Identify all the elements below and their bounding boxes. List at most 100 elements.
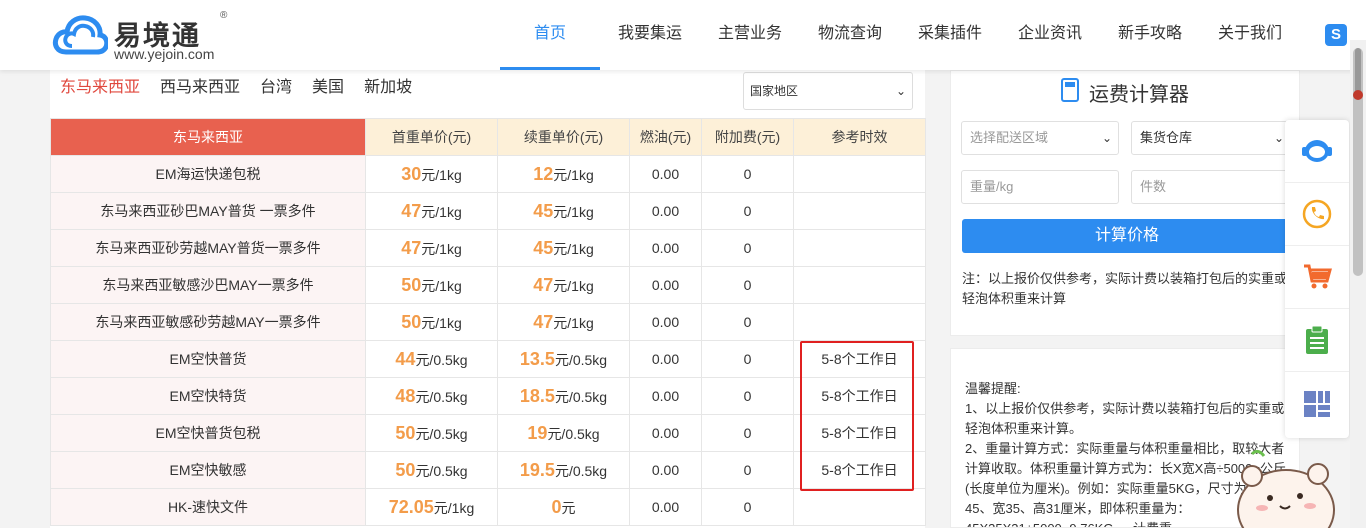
first-weight-price-cell: 47元/1kg <box>365 229 498 267</box>
customer-service-button[interactable] <box>1285 120 1349 183</box>
logo[interactable]: 易境通 ® www.yejoin.com <box>52 10 242 62</box>
nav-main-business[interactable]: 主营业务 <box>700 0 800 70</box>
first-weight-unit: 元/0.5kg <box>415 351 468 368</box>
table-row: EM海运快递包税 30元/1kg 12元/1kg 0.00 0 <box>50 155 926 193</box>
headset-icon <box>1302 140 1332 162</box>
table-row: HK-速快文件 72.05元/1kg 0元 0.00 0 <box>50 488 926 526</box>
chevron-down-icon: ⌄ <box>1101 131 1112 145</box>
calculate-price-button[interactable]: 计算价格 <box>962 219 1292 253</box>
warehouse-select[interactable]: 集货仓库 ⌄ <box>1131 121 1291 155</box>
continued-weight-unit: 元/1kg <box>553 314 594 331</box>
nav-home[interactable]: 首页 <box>500 0 600 70</box>
area-select[interactable]: 选择配送区域 ⌄ <box>961 121 1119 155</box>
continued-weight-unit: 元/0.5kg <box>547 425 600 442</box>
continued-weight-price: 13.5 <box>519 348 555 369</box>
orders-button[interactable] <box>1285 309 1349 372</box>
delivery-time-cell <box>793 266 926 304</box>
country-tabs: 东马来西亚 西马来西亚 台湾 美国 新加坡 <box>60 78 432 98</box>
tab-singapore[interactable]: 新加坡 <box>364 78 412 98</box>
tab-west-malaysia[interactable]: 西马来西亚 <box>160 78 240 98</box>
fuel-cell: 0.00 <box>629 414 702 452</box>
page-scrollbar[interactable] <box>1350 40 1366 528</box>
table-row: EM空快特货 48元/0.5kg 18.5元/0.5kg 0.00 0 5-8个工作日 <box>50 377 926 415</box>
route-name-cell: EM空快特货 <box>50 377 366 415</box>
continued-weight-price-cell: 45元/1kg <box>497 229 630 267</box>
column-header: 参考时效 <box>793 118 926 156</box>
first-weight-price: 48 <box>395 385 416 406</box>
first-weight-price-cell: 72.05元/1kg <box>365 488 498 526</box>
continued-weight-price: 19.5 <box>519 459 555 480</box>
delivery-time-cell <box>793 303 926 341</box>
extension-badge-icon[interactable]: S <box>1325 24 1347 46</box>
mascot-bear-icon[interactable] <box>1222 448 1342 528</box>
fuel-cell: 0.00 <box>629 192 702 230</box>
surcharge-cell: 0 <box>701 155 794 193</box>
delivery-time-cell <box>793 155 926 193</box>
surcharge-cell: 0 <box>701 229 794 267</box>
nav-logistics-tracking[interactable]: 物流查询 <box>800 0 900 70</box>
tab-east-malaysia[interactable]: 东马来西亚 <box>60 78 140 98</box>
first-weight-price-cell: 50元/1kg <box>365 266 498 304</box>
cart-button[interactable] <box>1285 246 1349 309</box>
tab-usa[interactable]: 美国 <box>312 78 344 98</box>
table-row: 东马来西亚敏感砂劳越MAY一票多件 50元/1kg 47元/1kg 0.00 0 <box>50 303 926 341</box>
fuel-cell: 0.00 <box>629 451 702 489</box>
first-weight-price-cell: 48元/0.5kg <box>365 377 498 415</box>
route-name-cell: EM空快敏感 <box>50 451 366 489</box>
table-row: EM空快普货 44元/0.5kg 13.5元/0.5kg 0.00 0 5-8个工作日 <box>50 340 926 378</box>
surcharge-cell: 0 <box>701 451 794 489</box>
first-weight-unit: 元/0.5kg <box>415 388 468 405</box>
phone-button[interactable] <box>1285 183 1349 246</box>
column-header: 东马来西亚 <box>50 118 366 156</box>
continued-weight-price-cell: 18.5元/0.5kg <box>497 377 630 415</box>
region-select-value: 国家地区 <box>750 84 799 98</box>
thermometer-icon <box>1353 48 1363 100</box>
table-row: 东马来西亚砂巴MAY普货 一票多件 47元/1kg 45元/1kg 0.00 0 <box>50 192 926 230</box>
continued-weight-price-cell: 12元/1kg <box>497 155 630 193</box>
first-weight-price-cell: 50元/0.5kg <box>365 451 498 489</box>
region-select[interactable]: 国家地区 ⌄ <box>743 72 913 110</box>
count-input[interactable]: 件数 <box>1131 170 1291 204</box>
chevron-down-icon: ⌄ <box>1273 131 1284 145</box>
delivery-time-cell <box>793 192 926 230</box>
table-row: EM空快敏感 50元/0.5kg 19.5元/0.5kg 0.00 0 5-8个工作日 <box>50 451 926 489</box>
count-input-placeholder: 件数 <box>1140 179 1167 194</box>
surcharge-cell: 0 <box>701 414 794 452</box>
table-row: EM空快普货包税 50元/0.5kg 19元/0.5kg 0.00 0 5-8个工作日 <box>50 414 926 452</box>
fuel-cell: 0.00 <box>629 303 702 341</box>
tab-taiwan[interactable]: 台湾 <box>260 78 292 98</box>
grid-icon <box>1304 390 1330 417</box>
continued-weight-price-cell: 47元/1kg <box>497 266 630 304</box>
continued-weight-price: 45 <box>533 237 554 258</box>
weight-input[interactable]: 重量/kg <box>961 170 1119 204</box>
first-weight-price-cell: 50元/1kg <box>365 303 498 341</box>
first-weight-price: 50 <box>395 422 416 443</box>
first-weight-price: 50 <box>401 274 422 295</box>
dashboard-button[interactable] <box>1285 372 1349 435</box>
column-header: 附加费(元) <box>701 118 794 156</box>
continued-weight-unit: 元/0.5kg <box>554 351 608 368</box>
nav-collect-plugin[interactable]: 采集插件 <box>900 0 1000 70</box>
first-weight-unit: 元/1kg <box>433 499 475 516</box>
nav-about-us[interactable]: 关于我们 <box>1200 0 1300 70</box>
first-weight-price: 30 <box>401 163 422 184</box>
delivery-time-cell <box>793 229 926 267</box>
continued-weight-unit: 元/0.5kg <box>554 462 608 479</box>
nav-company-news[interactable]: 企业资讯 <box>1000 0 1100 70</box>
continued-weight-price: 45 <box>533 200 554 221</box>
first-weight-price: 50 <box>395 459 416 480</box>
floating-service-bar <box>1285 120 1349 438</box>
route-name-cell: 东马来西亚敏感砂劳越MAY一票多件 <box>50 303 366 341</box>
calculator-title: 运费计算器 <box>1089 84 1189 106</box>
cloud-logo-icon <box>52 15 108 55</box>
surcharge-cell: 0 <box>701 266 794 304</box>
column-header: 续重单价(元) <box>497 118 630 156</box>
continued-weight-price: 47 <box>533 274 554 295</box>
first-weight-price: 72.05 <box>388 496 434 517</box>
warehouse-select-value: 集货仓库 <box>1140 130 1193 145</box>
calculator-note: 注：以上报价仅供参考，实际计费以装箱打包后的实重或轻泡体积重来计算 <box>962 271 1288 306</box>
continued-weight-price-cell: 19.5元/0.5kg <box>497 451 630 489</box>
nav-beginner-guide[interactable]: 新手攻略 <box>1100 0 1200 70</box>
nav-consolidation[interactable]: 我要集运 <box>600 0 700 70</box>
cart-icon <box>1304 264 1332 289</box>
